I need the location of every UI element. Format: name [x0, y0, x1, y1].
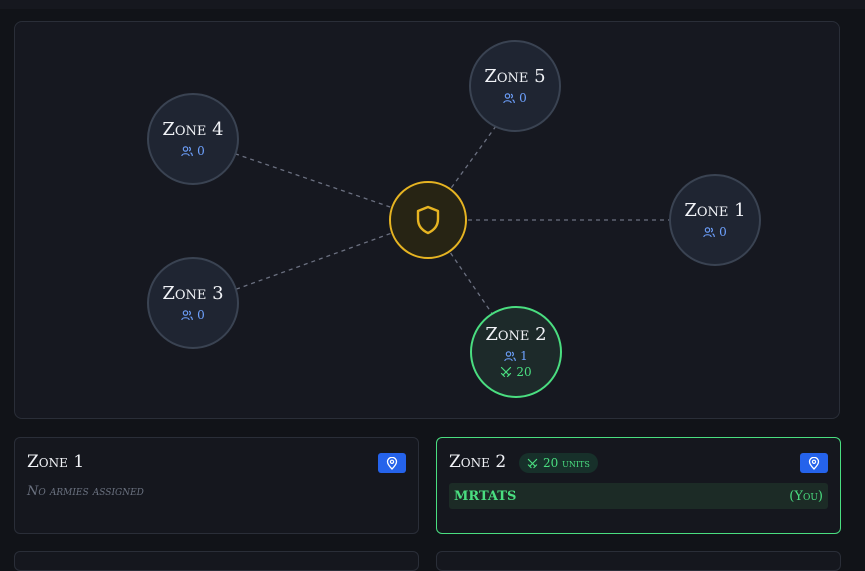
zone-name: Zone 1: [684, 200, 746, 221]
map-pin-icon: [386, 456, 398, 470]
users-icon: [503, 92, 516, 103]
zone-map: Zone 4 0 Zone 5 0 Zone 1 0 Zone 3 0 Zone…: [14, 21, 840, 419]
zone-name: Zone 2: [485, 324, 547, 345]
zone-card-1: Zone 1 No armies assigned: [14, 437, 419, 534]
hub-node[interactable]: [389, 181, 467, 259]
users-icon: [181, 309, 194, 320]
users-icon: [181, 145, 194, 156]
map-pin-icon: [808, 456, 820, 470]
locate-zone-button[interactable]: [378, 453, 406, 473]
units-badge: 20 units: [519, 453, 598, 473]
zone-node-2[interactable]: Zone 2 1 20: [470, 306, 562, 398]
locate-zone-button[interactable]: [800, 453, 828, 473]
zone-node-1[interactable]: Zone 1 0: [669, 174, 761, 266]
zone-armies: 0: [703, 225, 727, 239]
shield-icon: [416, 205, 440, 235]
zone-card-3: [14, 551, 419, 571]
zone-name: Zone 4: [162, 119, 224, 140]
zone-units: 20: [500, 365, 532, 379]
zone-armies: 0: [181, 308, 205, 322]
army-name: MRTATS: [454, 488, 517, 504]
army-row[interactable]: MRTATS (You): [449, 483, 828, 509]
card-title: Zone 1: [27, 452, 85, 472]
zone-card-4: [436, 551, 841, 571]
zone-node-4[interactable]: Zone 4 0: [147, 93, 239, 185]
users-icon: [703, 226, 716, 237]
card-title: Zone 2: [449, 452, 507, 472]
empty-armies-text: No armies assigned: [27, 484, 144, 499]
zone-card-2: Zone 2 20 units MRTATS (You): [436, 437, 841, 534]
zone-armies: 0: [181, 144, 205, 158]
zone-armies: 0: [503, 91, 527, 105]
zone-armies: 1: [504, 349, 528, 363]
users-icon: [504, 350, 517, 361]
crossed-swords-icon: [501, 366, 512, 378]
zone-node-3[interactable]: Zone 3 0: [147, 257, 239, 349]
zone-node-5[interactable]: Zone 5 0: [469, 40, 561, 132]
crossed-swords-icon: [527, 458, 538, 468]
zone-name: Zone 3: [162, 283, 224, 304]
zone-name: Zone 5: [484, 66, 546, 87]
army-owner-tag: (You): [789, 488, 823, 504]
top-bar: [0, 0, 865, 9]
